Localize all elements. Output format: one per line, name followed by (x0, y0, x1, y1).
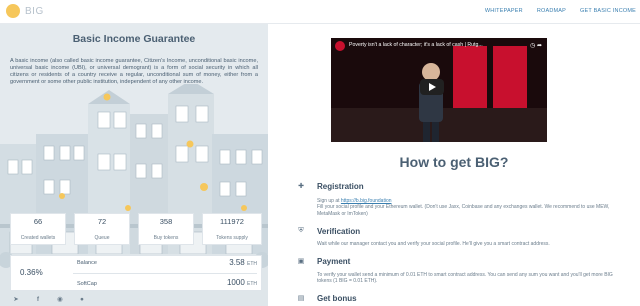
softcap-value: 1000 ETH (226, 278, 257, 287)
logo-text: BIG (25, 5, 44, 17)
step-registration-title: Registration (317, 182, 364, 191)
social-links: ➤ f ◉ ● (0, 292, 268, 306)
bonus-icon: ▤ (297, 295, 305, 302)
balance-label: Balance (77, 260, 97, 266)
medium-icon[interactable]: ● (78, 296, 86, 303)
stat-buy-tokens: 358 Buy tokens (138, 213, 194, 245)
balance-percent: 0.36% (20, 268, 43, 277)
softcap-label: SoftCap (77, 281, 97, 287)
step-payment-title: Payment (317, 257, 351, 266)
stat-value: 111972 (220, 217, 244, 226)
left-title: Basic Income Guarantee (72, 33, 196, 45)
nav-links: WHITEPAPER ROADMAP GET BASIC INCOME (471, 8, 636, 14)
github-icon[interactable]: ◉ (56, 295, 64, 303)
video-title[interactable]: Poverty isn't a lack of character; it's … (349, 42, 509, 48)
stat-label: Queue (94, 235, 110, 241)
stat-value: 358 (159, 217, 173, 226)
stat-queue: 72 Queue (74, 213, 130, 245)
stat-label: Created wallets (20, 235, 56, 241)
signup-link[interactable]: https://b.big.foundation (341, 198, 392, 204)
logo[interactable]: BIG (6, 4, 44, 18)
stat-value: 66 (33, 217, 43, 226)
step-registration-text: Sign up at https://b.big.foundation Fill… (317, 198, 610, 217)
play-button[interactable] (420, 79, 444, 95)
nav-link-roadmap[interactable]: ROADMAP (537, 8, 566, 14)
left-panel: Basic Income Guarantee A basic income (a… (0, 24, 268, 306)
share-icon[interactable]: ◷ ➦ (530, 42, 542, 49)
channel-avatar[interactable] (335, 41, 345, 51)
top-navbar: BIG WHITEPAPER ROADMAP GET BASIC INCOME (0, 0, 640, 24)
shield-check-icon: ⛨ (298, 227, 304, 234)
balance-value: 3.58 ETH (229, 258, 257, 267)
right-panel: Poverty isn't a lack of character; it's … (268, 24, 640, 306)
nav-link-get-basic-income[interactable]: GET BASIC INCOME (580, 8, 636, 14)
stat-label: Buy tokens (153, 235, 179, 241)
balance-panel: 0.36% Balance 3.58 ETH SoftCap 1000 ETH (10, 255, 262, 291)
step-bonus-title: Get bonus (317, 294, 357, 303)
stat-created-wallets: 66 Created wallets (10, 213, 66, 245)
user-plus-icon: ✚ (298, 183, 304, 190)
left-description: A basic income (also called basic income… (10, 58, 258, 85)
stat-label: Tokens supply (216, 235, 248, 241)
stat-tokens-supply: 111972 Tokens supply (202, 213, 262, 245)
stat-value: 72 (97, 217, 107, 226)
telegram-icon[interactable]: ➤ (12, 295, 20, 303)
logo-sun-icon (6, 4, 20, 18)
balance-divider (73, 273, 257, 274)
facebook-icon[interactable]: f (34, 296, 42, 303)
how-to-heading: How to get BIG? (399, 154, 509, 170)
step-payment-text: To verify your wallet send a minimum of … (317, 272, 613, 285)
step-verification-text: Wait while our manager contact you and v… (317, 241, 550, 247)
wallet-icon: ▣ (297, 258, 305, 265)
youtube-video-embed[interactable]: Poverty isn't a lack of character; it's … (331, 38, 547, 142)
step-verification-title: Verification (317, 227, 361, 236)
nav-link-whitepaper[interactable]: WHITEPAPER (485, 8, 523, 14)
